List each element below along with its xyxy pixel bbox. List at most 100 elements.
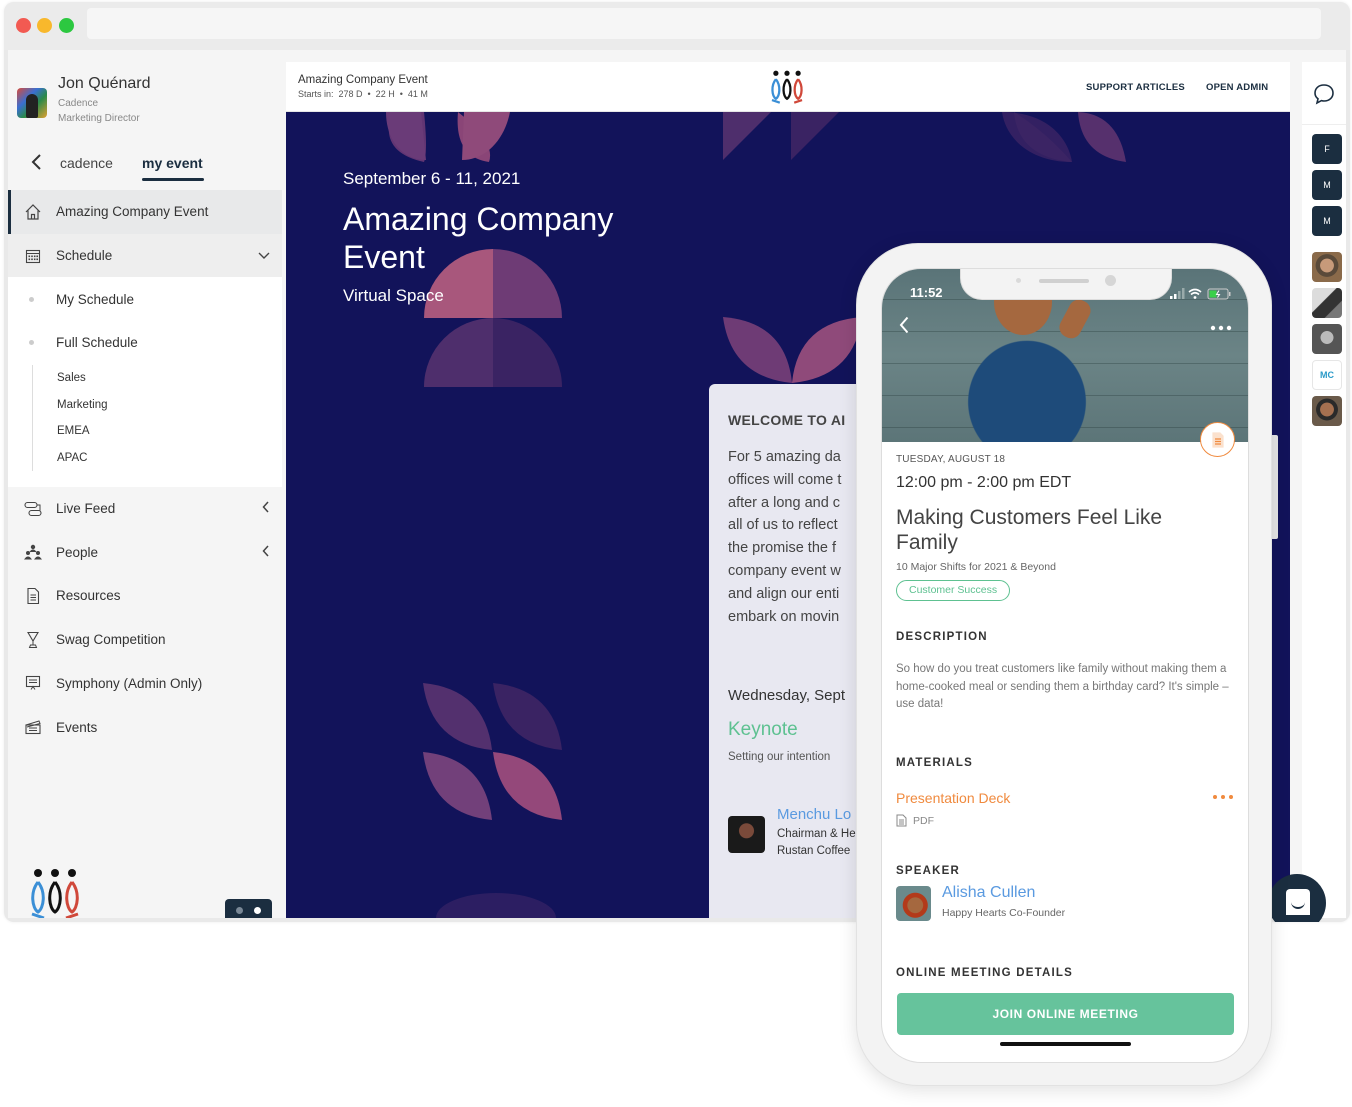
event-venue: Virtual Space <box>343 286 444 305</box>
feed-icon <box>24 500 42 518</box>
sidebar-item-full-schedule[interactable]: Full Schedule <box>8 321 282 365</box>
sidebar-item-amazing-company-event[interactable]: Amazing Company Event <box>8 190 282 234</box>
minimize-window-button[interactable] <box>37 18 52 33</box>
material-link[interactable]: Presentation Deck <box>896 790 1010 806</box>
sidebar-item-resources[interactable]: Resources <box>8 574 282 618</box>
session-date: TUESDAY, AUGUST 18 <box>896 454 1006 465</box>
sidebar-item-people[interactable]: People <box>8 530 282 574</box>
support-articles-link[interactable]: SUPPORT ARTICLES <box>1086 82 1185 93</box>
attendee-badge[interactable]: F <box>1312 134 1342 164</box>
home-icon <box>24 203 42 221</box>
attendee-avatar-logo[interactable]: MC <box>1312 360 1342 390</box>
material-more-icon[interactable] <box>1212 787 1234 803</box>
welcome-heading: WELCOME TO AI <box>728 412 846 428</box>
session-tag[interactable]: Customer Success <box>896 580 1011 601</box>
session-title: Making Customers Feel Like Family <box>896 506 1163 554</box>
speaker-role: Happy Hearts Co-Founder <box>942 907 1066 919</box>
sidebar-item-events[interactable]: Events <box>8 705 282 749</box>
track-apac[interactable]: APAC <box>57 444 282 471</box>
sidebar-item-label: My Schedule <box>56 291 135 307</box>
close-window-button[interactable] <box>16 18 31 33</box>
speaker-avatar[interactable] <box>728 816 765 853</box>
session-subtitle: 10 Major Shifts for 2021 & Beyond <box>896 561 1056 573</box>
welcome-body-line: all of us to reflect <box>728 517 838 534</box>
chat-bubble-icon[interactable] <box>1312 82 1336 111</box>
sidebar-item-swag-competition[interactable]: Swag Competition <box>8 618 282 662</box>
page-dot-inactive[interactable] <box>236 907 243 914</box>
sidebar-item-my-schedule[interactable]: My Schedule <box>8 277 282 321</box>
attendee-avatar[interactable] <box>1312 252 1342 282</box>
maximize-window-button[interactable] <box>59 18 74 33</box>
notes-icon <box>1211 431 1224 448</box>
sidebar-item-label: Resources <box>56 588 121 604</box>
attendee-avatar[interactable] <box>1312 396 1342 426</box>
track-emea[interactable]: EMEA <box>57 418 282 445</box>
clapperboard-icon <box>24 718 42 736</box>
track-marketing[interactable]: Marketing <box>57 391 282 418</box>
welcome-body-line: For 5 amazing da <box>728 449 841 465</box>
materials-heading: MATERIALS <box>896 757 974 769</box>
help-chat-button[interactable] <box>1266 872 1326 922</box>
tab-cadence[interactable]: cadence <box>60 155 113 171</box>
file-icon <box>896 814 907 827</box>
phone-notch <box>960 269 1172 300</box>
person-figure <box>952 324 1102 442</box>
welcome-body-line: the promise the f <box>728 540 836 557</box>
join-meeting-button[interactable]: JOIN ONLINE MEETING <box>897 993 1234 1035</box>
sidebar-item-schedule[interactable]: Schedule <box>8 233 282 278</box>
schedule-submenu: My Schedule Full Schedule Sales Marketin… <box>8 277 282 487</box>
chevron-left-icon[interactable] <box>262 545 270 560</box>
brand-logo <box>26 868 84 918</box>
home-indicator <box>1000 1042 1131 1046</box>
sidebar-item-label: Symphony (Admin Only) <box>56 675 203 691</box>
session-time: 12:00 pm - 2:00 pm EDT <box>896 474 1072 491</box>
brand-logo[interactable] <box>768 70 806 109</box>
address-bar[interactable] <box>87 8 1321 39</box>
people-icon <box>24 543 42 561</box>
attendee-avatar[interactable] <box>1312 324 1342 354</box>
speaker-avatar[interactable] <box>896 886 931 921</box>
welcome-body-line: and align our enti <box>728 585 840 602</box>
attendee-badge[interactable]: M <box>1312 206 1342 236</box>
status-icons <box>1170 287 1234 305</box>
tab-my-event[interactable]: my event <box>142 155 203 171</box>
event-header: Amazing Company Event Starts in: 278 D •… <box>286 62 1290 112</box>
speaker-heading: SPEAKER <box>896 865 960 877</box>
open-admin-link[interactable]: OPEN ADMIN <box>1206 82 1268 93</box>
sidebar-item-symphony[interactable]: Symphony (Admin Only) <box>8 662 282 706</box>
attendee-badge[interactable]: M <box>1312 170 1342 200</box>
attendee-avatar[interactable] <box>1312 288 1342 318</box>
wifi-icon <box>1188 288 1202 299</box>
welcome-body-line: company event w <box>728 562 841 579</box>
description-heading: DESCRIPTION <box>896 631 988 643</box>
speaker-name-link[interactable]: Alisha Cullen <box>942 884 1035 902</box>
chevron-down-icon[interactable] <box>258 248 270 263</box>
sidebar-item-label: Live Feed <box>56 501 116 517</box>
sidebar-item-label: Swag Competition <box>56 632 166 648</box>
profile-name: Jon Quénard <box>58 75 151 92</box>
track-sales[interactable]: Sales <box>57 365 282 392</box>
session-day: Wednesday, Sept <box>728 687 846 704</box>
back-button[interactable] <box>899 316 909 340</box>
bullet-icon <box>29 296 34 302</box>
active-tab-indicator <box>142 178 204 181</box>
chevron-left-icon[interactable] <box>262 501 270 516</box>
divider <box>1302 124 1346 125</box>
pagination-toggle[interactable] <box>225 899 272 918</box>
full-schedule-tracks: Sales Marketing EMEA APAC <box>32 364 282 471</box>
material-type: PDF <box>896 814 934 827</box>
speaker-name-link[interactable]: Menchu Lo <box>777 806 851 823</box>
chevron-left-icon[interactable] <box>30 153 42 177</box>
sidebar-item-label: Events <box>56 719 98 735</box>
welcome-body-line: embark on movin <box>728 608 840 625</box>
more-options-icon[interactable] <box>1210 318 1232 334</box>
notes-button[interactable] <box>1200 422 1235 457</box>
avatar <box>17 88 47 118</box>
sidebar-tabs: cadence my event <box>8 145 282 185</box>
sidebar-item-label: Schedule <box>56 248 113 264</box>
sidebar-item-live-feed[interactable]: Live Feed <box>8 487 282 531</box>
page-dot-active[interactable] <box>254 907 261 914</box>
speaker-organization: Rustan Coffee <box>777 845 851 857</box>
session-title-link[interactable]: Keynote <box>728 719 798 741</box>
sidebar-item-label: People <box>56 544 99 560</box>
